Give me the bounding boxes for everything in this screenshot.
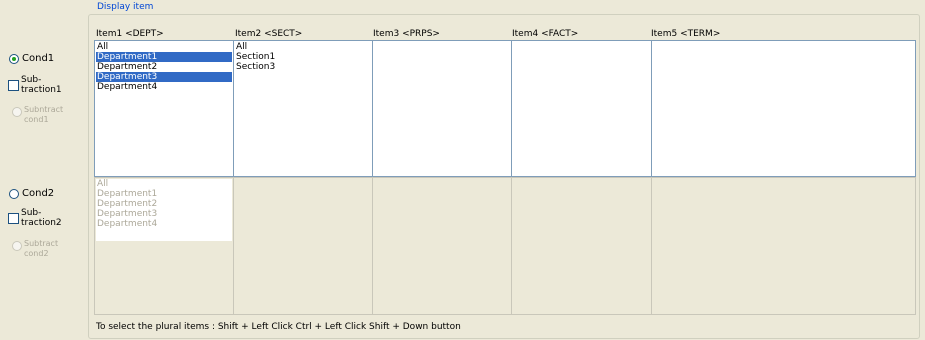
cond2-radio[interactable]: Cond2 <box>9 188 54 199</box>
subtraction2-checkbox[interactable] <box>8 213 19 224</box>
cond2-radio-indicator[interactable] <box>9 188 19 199</box>
cond2-prps-listbox[interactable] <box>372 177 512 315</box>
subtract-cond2-label-line2: cond2 <box>24 249 49 258</box>
cond1-fact-listbox[interactable] <box>511 40 652 177</box>
cond1-dept-listbox[interactable]: All Department1 Department2 Department3 … <box>94 40 234 177</box>
radio-selected-dot <box>12 56 16 61</box>
column-header-item1: Item1 <DEPT> <box>96 29 164 39</box>
subtract-cond2-label-line1: Subtract <box>24 239 59 248</box>
subtraction2-label-line1: Sub- <box>21 208 42 218</box>
subtraction1-checkbox[interactable] <box>8 80 19 91</box>
subtract-cond1-label: Subntract cond1 <box>24 105 63 125</box>
list-item[interactable]: Section1 <box>235 52 371 62</box>
column-header-item4: Item4 <FACT> <box>512 29 579 39</box>
subtraction2-label-line2: traction2 <box>21 218 62 228</box>
cond2-sect-listbox[interactable] <box>233 177 373 315</box>
list-item[interactable]: All <box>235 42 371 52</box>
list-item[interactable]: Department3 <box>96 72 232 82</box>
cond2-term-listbox[interactable] <box>651 177 916 315</box>
subtraction2-label: Sub- traction2 <box>21 208 62 228</box>
subtract-cond1-radio-indicator[interactable] <box>12 107 22 117</box>
subtraction1-label: Sub- traction1 <box>21 75 62 95</box>
cond1-prps-listbox[interactable] <box>372 40 512 177</box>
column-header-item2: Item2 <SECT> <box>235 29 303 39</box>
subtract-cond2-radio-indicator[interactable] <box>12 241 22 251</box>
cond2-dept-listbox[interactable]: All Department1 Department2 Department3 … <box>94 177 234 315</box>
list-item[interactable]: All <box>96 42 232 52</box>
subtract-cond2-radio[interactable]: Subtract cond2 <box>12 239 58 259</box>
subtract-cond2-label: Subtract cond2 <box>24 239 58 259</box>
list-item[interactable]: Section3 <box>235 62 371 72</box>
cond1-radio-indicator[interactable] <box>9 53 19 64</box>
list-item[interactable]: Department4 <box>96 219 232 229</box>
list-item[interactable]: Department1 <box>96 189 232 199</box>
subtraction2-checkbox-row[interactable]: Sub- traction2 <box>8 208 62 228</box>
column-header-item5: Item5 <TERM> <box>651 29 721 39</box>
list-item[interactable]: All <box>96 179 232 189</box>
list-item[interactable]: Department2 <box>96 62 232 72</box>
cond2-fact-listbox[interactable] <box>511 177 652 315</box>
cond1-radio-label: Cond1 <box>22 53 55 64</box>
column-header-item3: Item3 <PRPS> <box>373 29 440 39</box>
subtract-cond1-label-line1: Subntract <box>24 105 64 114</box>
cond1-term-listbox[interactable] <box>651 40 916 177</box>
cond1-radio[interactable]: Cond1 <box>9 53 54 64</box>
condition-panel: Cond1 Sub- traction1 Subntract cond1 Con… <box>0 0 90 340</box>
list-item[interactable]: Department3 <box>96 209 232 219</box>
list-item[interactable]: Department1 <box>96 52 232 62</box>
subtraction1-label-line1: Sub- <box>21 75 42 85</box>
multi-select-hint: To select the plural items : Shift + Lef… <box>96 322 461 332</box>
cond2-radio-label: Cond2 <box>22 188 55 199</box>
subtraction1-label-line2: traction1 <box>21 85 62 95</box>
display-item-legend: Display item <box>95 2 156 12</box>
subtraction1-checkbox-row[interactable]: Sub- traction1 <box>8 75 62 95</box>
cond1-sect-listbox[interactable]: All Section1 Section3 <box>233 40 373 177</box>
subtract-cond1-label-line2: cond1 <box>24 115 49 124</box>
list-item[interactable]: Department2 <box>96 199 232 209</box>
subtract-cond1-radio[interactable]: Subntract cond1 <box>12 105 63 125</box>
list-item[interactable]: Department4 <box>96 82 232 92</box>
